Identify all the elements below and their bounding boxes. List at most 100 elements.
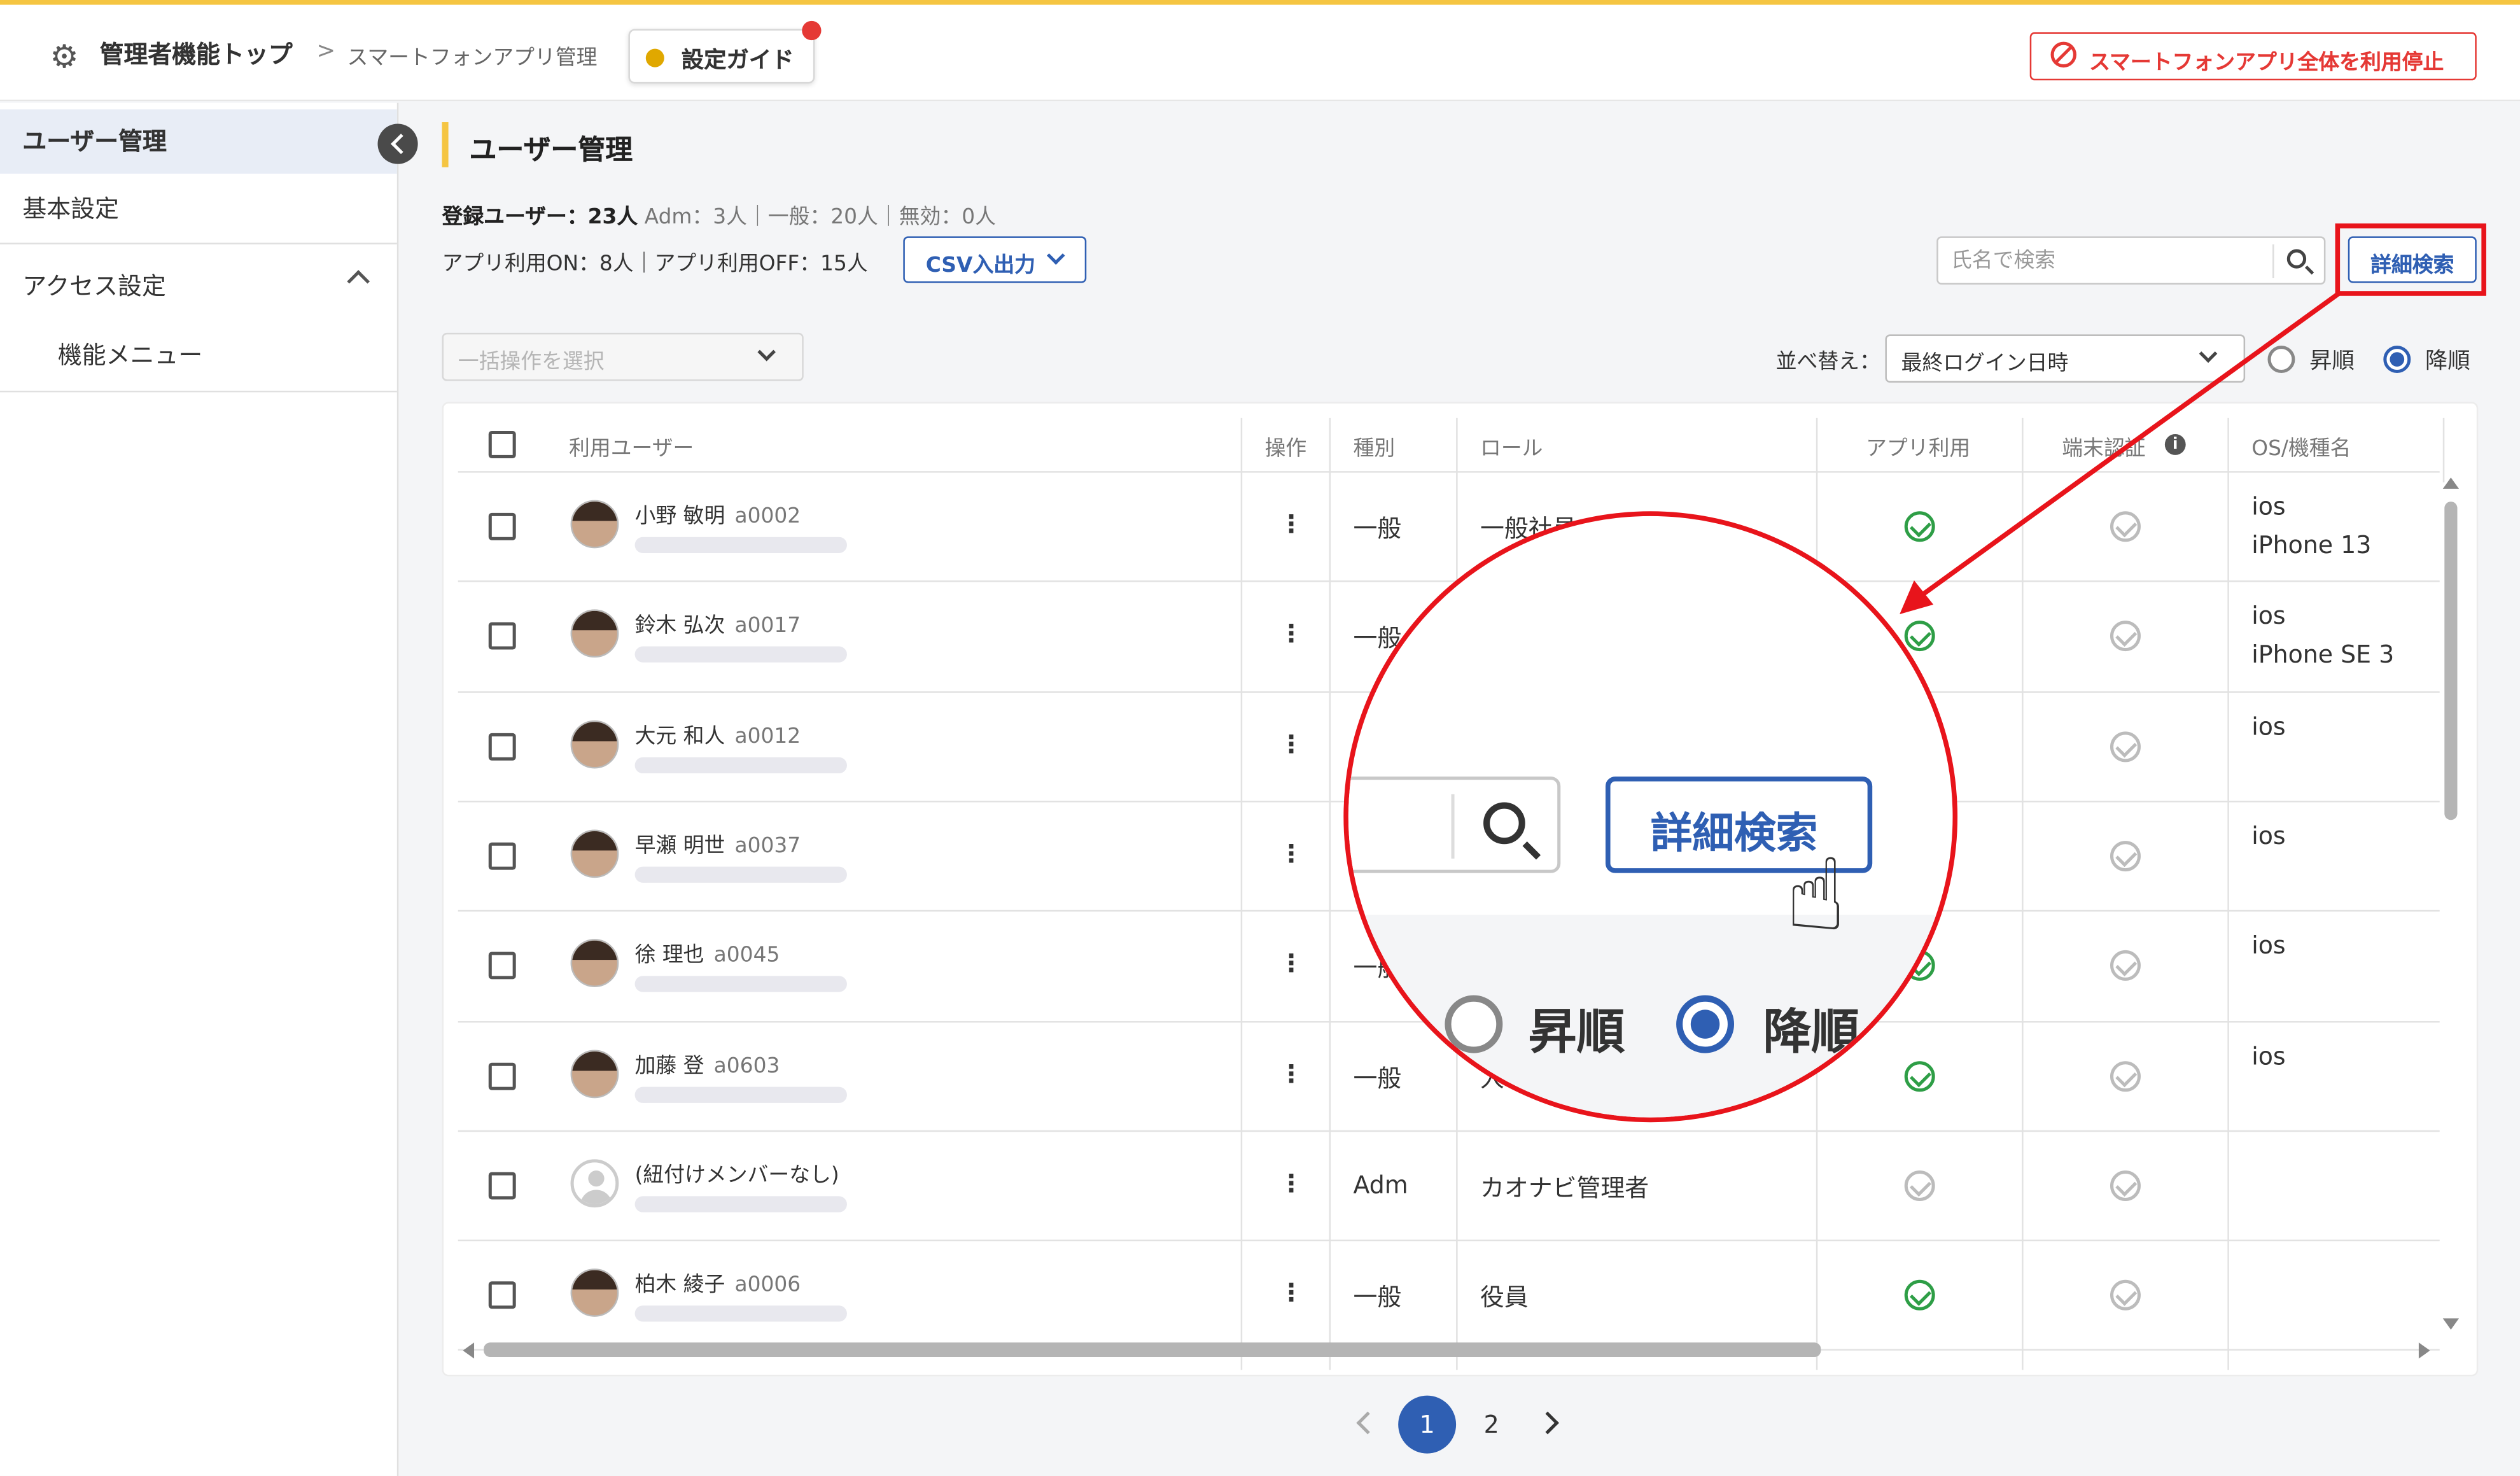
user-name-text: 鈴木 弘次 (634, 614, 725, 639)
user-name-text: 加藤 登 (634, 1053, 704, 1078)
column-header-app-usage[interactable]: アプリ利用 (1866, 431, 1970, 461)
user-name[interactable]: 大元 和人 a0012 (635, 718, 801, 749)
blurred-email (634, 976, 847, 993)
stop-all-app-button[interactable]: スマートフォンアプリ全体を利用停止 (2029, 32, 2477, 81)
select-all-checkbox[interactable] (488, 430, 516, 458)
kebab-menu-icon[interactable]: ⋮ (1279, 1058, 1303, 1087)
check-circle-icon[interactable] (2110, 511, 2141, 542)
user-name[interactable]: 加藤 登 a0603 (635, 1048, 780, 1078)
blurred-email (634, 1195, 847, 1212)
os-name: ios (2251, 821, 2286, 851)
kebab-menu-icon[interactable]: ⋮ (1279, 949, 1303, 978)
blurred-email (634, 1086, 847, 1102)
check-circle-icon[interactable] (2110, 950, 2141, 981)
scroll-up-icon[interactable] (2442, 477, 2460, 489)
bulk-action-select[interactable]: 一括操作を選択 (442, 332, 804, 381)
check-circle-icon[interactable] (2110, 840, 2141, 871)
row-checkbox[interactable] (488, 1062, 516, 1090)
search-input[interactable] (1950, 246, 2266, 275)
scroll-down-icon[interactable] (2442, 1318, 2460, 1330)
check-circle-icon[interactable] (2110, 1280, 2141, 1311)
setup-guide-button[interactable]: ● 設定ガイド (628, 20, 822, 84)
info-icon[interactable]: i (2164, 434, 2186, 455)
kebab-menu-icon[interactable]: ⋮ (1279, 619, 1303, 648)
registered-count: 登録ユーザー：23人 (442, 206, 638, 230)
zoom-desc-label: 降順 (1763, 1004, 1860, 1062)
search-divider (2272, 244, 2274, 279)
user-name[interactable]: 鈴木 弘次 a0017 (635, 608, 801, 639)
pagination-page-1[interactable]: 1 (1398, 1395, 1457, 1454)
kebab-menu-icon[interactable]: ⋮ (1279, 510, 1303, 538)
kebab-menu-icon[interactable]: ⋮ (1279, 1278, 1303, 1307)
user-name[interactable]: (紐付けメンバーなし) (635, 1157, 839, 1188)
order-desc-radio[interactable] (2383, 346, 2411, 374)
page-title: ユーザー管理 (469, 135, 633, 167)
user-name[interactable]: 柏木 綾子 a0006 (635, 1267, 801, 1298)
breadcrumb-top-link[interactable]: 管理者機能トップ (100, 37, 293, 71)
user-code: a0002 (734, 505, 801, 530)
user-name[interactable]: 徐 理也 a0045 (635, 938, 780, 968)
sidebar-item-basic-settings[interactable]: 基本設定 (0, 177, 397, 241)
check-circle-icon[interactable] (2110, 1060, 2141, 1091)
gear-icon[interactable]: ⚙ (45, 37, 84, 76)
breadcrumb-separator-icon: > (316, 38, 336, 65)
sidebar-item-function-menu[interactable]: 機能メニュー (0, 323, 397, 388)
kebab-menu-icon[interactable]: ⋮ (1279, 839, 1303, 868)
column-header-user[interactable]: 利用ユーザー (569, 431, 694, 461)
csv-io-button[interactable]: CSV入出力 (903, 236, 1087, 283)
device-model: iPhone 13 (2251, 530, 2372, 560)
user-role: 役員 (1480, 1283, 1529, 1312)
check-circle-icon[interactable] (1904, 1280, 1935, 1311)
column-header-type[interactable]: 種別 (1353, 431, 1395, 461)
vertical-scroll-thumb[interactable] (2444, 502, 2458, 820)
user-name[interactable]: 早瀬 明世 a0037 (635, 828, 801, 859)
row-checkbox[interactable] (488, 622, 516, 650)
name-search-box (1936, 236, 2326, 285)
column-header-device-auth[interactable]: 端末認証 (2062, 431, 2145, 461)
pagination-prev-icon[interactable] (1356, 1411, 1380, 1435)
check-circle-icon[interactable] (2110, 1170, 2141, 1201)
collapse-left-icon[interactable] (377, 123, 418, 164)
row-divider (458, 1239, 2440, 1242)
csv-io-label: CSV入出力 (925, 254, 1035, 279)
scroll-left-icon[interactable] (463, 1342, 475, 1359)
top-accent-stripe (0, 0, 2520, 5)
avatar (570, 1049, 619, 1098)
sort-select[interactable]: 最終ログイン日時 (1885, 334, 2246, 383)
pagination-page-2[interactable]: 2 (1475, 1396, 1508, 1454)
row-checkbox[interactable] (488, 1281, 516, 1309)
user-stats: 登録ユーザー：23人 Adm：3人｜一般：20人｜無効：0人 (442, 199, 996, 230)
sort-value: 最終ログイン日時 (1901, 352, 2069, 377)
pagination-next-icon[interactable] (1536, 1411, 1559, 1435)
notification-dot (802, 20, 822, 41)
check-circle-icon[interactable] (2110, 621, 2141, 652)
column-header-os-model[interactable]: OS/機種名 (2251, 431, 2351, 461)
kebab-menu-icon[interactable]: ⋮ (1279, 729, 1303, 758)
column-header-role[interactable]: ロール (1480, 431, 1543, 461)
user-type: 一般 (1353, 1283, 1402, 1312)
setup-guide-label: 設定ガイド (681, 48, 794, 74)
row-checkbox[interactable] (488, 842, 516, 870)
row-checkbox[interactable] (488, 732, 516, 760)
sidebar-item-access-settings[interactable]: アクセス設定 (0, 254, 397, 318)
user-name[interactable]: 小野 敏明 a0002 (635, 498, 801, 529)
order-asc-radio[interactable] (2267, 346, 2295, 374)
check-circle-icon[interactable] (1904, 621, 1935, 652)
title-accent-bar (442, 122, 449, 167)
scroll-right-icon[interactable] (2418, 1342, 2430, 1359)
blurred-email (634, 1305, 847, 1322)
user-code: a0017 (734, 614, 801, 639)
kebab-menu-icon[interactable]: ⋮ (1279, 1169, 1303, 1197)
sidebar-item-user-management[interactable]: ユーザー管理 (0, 109, 397, 174)
role-breakdown: Adm：3人｜一般：20人｜無効：0人 (644, 206, 996, 230)
row-checkbox[interactable] (488, 512, 516, 540)
horizontal-scroll-thumb[interactable] (484, 1342, 1821, 1358)
check-circle-icon[interactable] (1904, 1170, 1935, 1201)
user-name-text: 柏木 綾子 (634, 1273, 725, 1298)
row-checkbox[interactable] (488, 952, 516, 980)
row-checkbox[interactable] (488, 1172, 516, 1199)
check-circle-icon[interactable] (2110, 731, 2141, 762)
column-header-action: 操作 (1264, 437, 1307, 461)
search-icon[interactable] (2286, 249, 2307, 269)
check-circle-icon[interactable] (1904, 511, 1935, 542)
